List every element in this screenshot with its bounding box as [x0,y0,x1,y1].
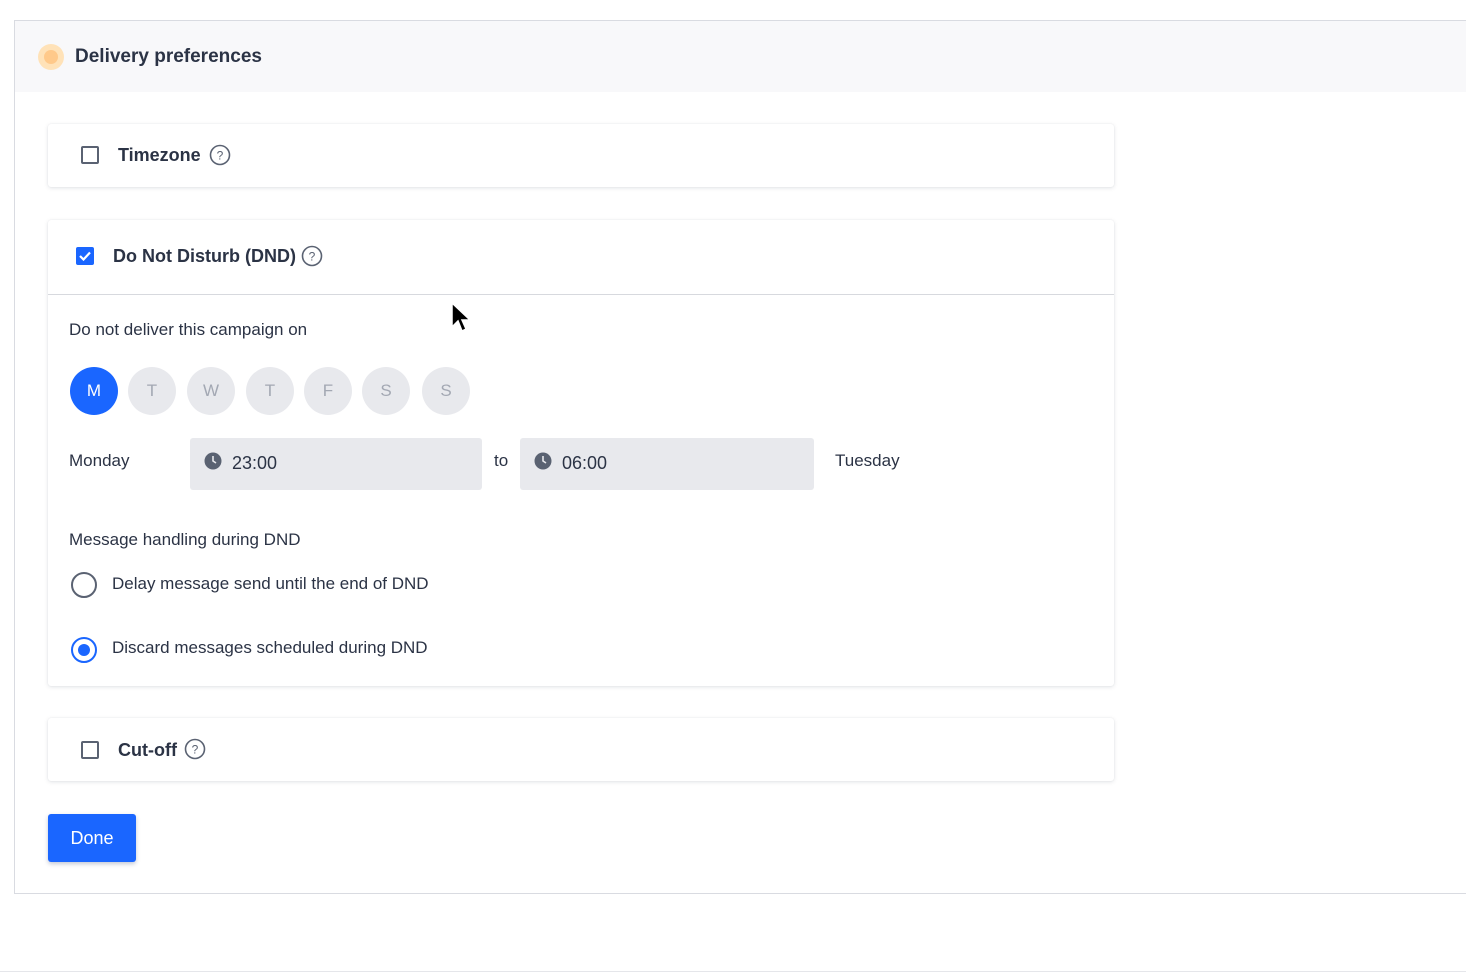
day-toggle-thursday[interactable]: T [246,367,294,415]
delay-message-label[interactable]: Delay message send until the end of DND [112,574,429,594]
done-button[interactable]: Done [48,814,136,862]
page-bottom-divider [0,971,1466,972]
start-time-value: 23:00 [232,453,278,473]
dnd-divider [48,294,1114,295]
discard-messages-label[interactable]: Discard messages scheduled during DND [112,638,428,658]
end-time-value: 06:00 [562,453,608,473]
timezone-help-icon[interactable]: ? [209,144,231,166]
timezone-label: Timezone [118,145,201,165]
day-toggle-wednesday[interactable]: W [187,367,235,415]
timezone-card: Timezone ? [48,124,1114,187]
dnd-card: Do Not Disturb (DND) ? Do not deliver th… [48,220,1114,686]
handling-heading: Message handling during DND [69,530,301,549]
svg-text:?: ? [192,743,199,757]
panel-header: Delivery preferences [15,21,1466,92]
timezone-checkbox[interactable] [81,146,99,164]
cutoff-label: Cut-off [118,740,177,760]
dnd-label: Do Not Disturb (DND) [113,246,296,266]
cutoff-card: Cut-off ? [48,718,1114,781]
day-toggle-sunday[interactable]: S [422,367,470,415]
cutoff-checkbox[interactable] [81,741,99,759]
day-toggle-saturday[interactable]: S [362,367,410,415]
start-day-label: Monday [69,451,130,470]
days-heading: Do not deliver this campaign on [69,320,308,339]
mouse-cursor-icon [451,302,472,333]
time-range-separator: to [494,451,509,470]
cutoff-help-icon[interactable]: ? [184,738,206,760]
delivery-preferences-panel: Delivery preferences Timezone ? Do Not D… [14,20,1466,894]
end-time-field[interactable]: 06:00 [520,438,814,490]
status-dot-icon [38,44,64,70]
panel-title: Delivery preferences [75,46,262,67]
svg-text:?: ? [217,149,224,163]
dnd-help-icon[interactable]: ? [301,245,323,267]
day-toggle-friday[interactable]: F [304,367,352,415]
end-day-label: Tuesday [835,451,900,470]
discard-messages-radio[interactable] [71,637,97,663]
clock-icon [204,452,222,470]
day-toggle-monday[interactable]: M [70,367,118,415]
start-time-field[interactable]: 23:00 [190,438,482,490]
delay-message-radio[interactable] [71,572,97,598]
day-toggle-tuesday[interactable]: T [128,367,176,415]
checkmark-icon [79,251,91,261]
svg-text:?: ? [309,250,316,264]
dnd-checkbox[interactable] [76,247,94,265]
clock-icon [534,452,552,470]
